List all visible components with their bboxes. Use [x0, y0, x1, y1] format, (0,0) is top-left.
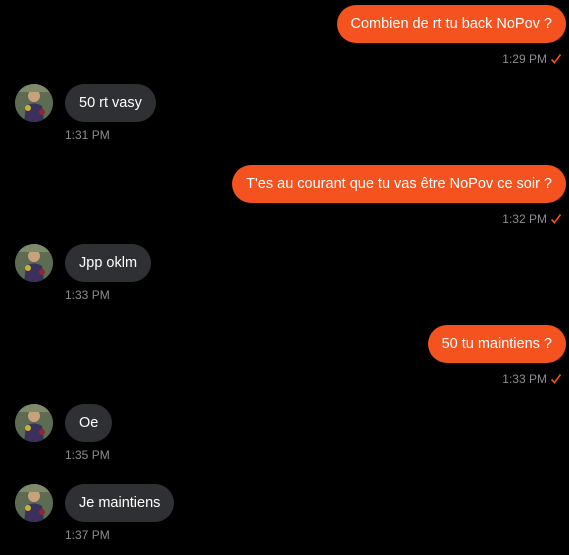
message-meta: 1:29 PM	[502, 52, 562, 66]
avatar-photo-icon	[15, 244, 53, 282]
message-time: 1:33 PM	[502, 372, 547, 386]
message-outgoing: Combien de rt tu back NoPov ? 1:29 PM	[266, 5, 566, 67]
message-time: 1:32 PM	[502, 212, 547, 226]
message-time: 1:35 PM	[65, 448, 110, 462]
check-icon	[550, 54, 562, 64]
message-bubble[interactable]: Combien de rt tu back NoPov ?	[336, 5, 566, 43]
message-meta: 1:32 PM	[502, 212, 562, 226]
message-time: 1:31 PM	[65, 128, 110, 142]
message-time: 1:37 PM	[65, 528, 110, 542]
message-bubble[interactable]: T'es au courant que tu vas être NoPov ce…	[232, 165, 566, 203]
message-bubble[interactable]: 50 rt vasy	[65, 84, 156, 122]
avatar-photo-icon	[15, 84, 53, 122]
message-outgoing: T'es au courant que tu vas être NoPov ce…	[206, 165, 566, 227]
avatar-photo-icon	[15, 404, 53, 442]
message-time: 1:33 PM	[65, 288, 110, 302]
check-icon	[550, 214, 562, 224]
message-bubble[interactable]: Je maintiens	[65, 484, 175, 522]
message-bubble[interactable]: Jpp oklm	[65, 244, 152, 282]
message-incoming: Oe 1:35 PM	[15, 404, 315, 464]
message-incoming: Jpp oklm 1:33 PM	[15, 244, 315, 304]
message-bubble[interactable]: Oe	[65, 404, 113, 442]
avatar[interactable]	[15, 484, 53, 522]
message-incoming: 50 rt vasy 1:31 PM	[15, 84, 315, 144]
avatar[interactable]	[15, 244, 53, 282]
check-icon	[550, 374, 562, 384]
message-outgoing: 50 tu maintiens ? 1:33 PM	[266, 325, 566, 387]
avatar[interactable]	[15, 84, 53, 122]
message-meta: 1:33 PM	[502, 372, 562, 386]
message-bubble[interactable]: 50 tu maintiens ?	[427, 325, 566, 363]
avatar[interactable]	[15, 404, 53, 442]
avatar-photo-icon	[15, 484, 53, 522]
message-incoming: Je maintiens 1:37 PM	[15, 484, 315, 544]
message-time: 1:29 PM	[502, 52, 547, 66]
